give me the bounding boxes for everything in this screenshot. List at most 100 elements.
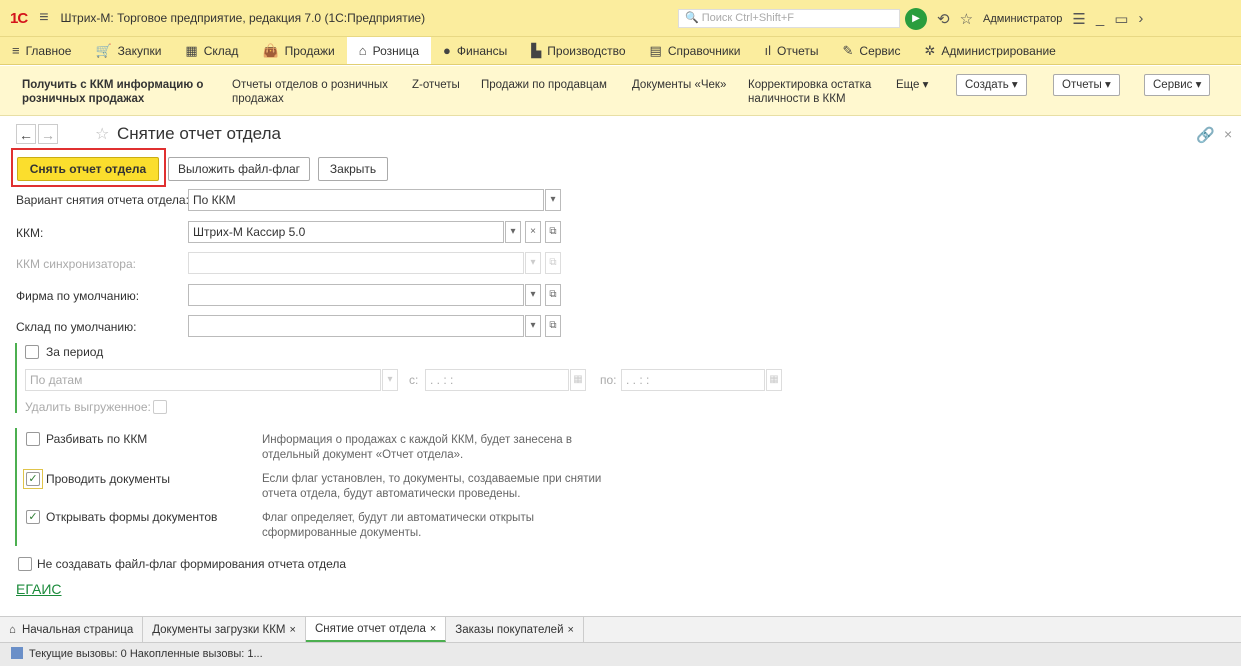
menu-item-label: Сервис — [859, 43, 901, 58]
forward-arrow-icon[interactable]: → — [38, 124, 58, 144]
take-department-report-button[interactable]: Снять отчет отдела — [17, 157, 159, 181]
variant-select[interactable]: По ККМ — [188, 189, 544, 211]
title-bar: 1С ≡ Штрих-М: Торговое предприятие, реда… — [0, 0, 1241, 37]
main-menu-icon[interactable]: ≡ — [39, 9, 48, 27]
sync-kkm-label: ККМ синхронизатора: — [16, 257, 136, 271]
menu-item-7[interactable]: ▤ Справочники — [638, 37, 753, 64]
clear-icon[interactable]: × — [525, 221, 541, 243]
calendar-icon[interactable]: ▦ — [766, 369, 782, 391]
tab-0[interactable]: ⌂ Начальная страница — [0, 617, 144, 642]
close-tab-icon[interactable]: × — [430, 623, 436, 635]
history-icon[interactable]: ⟲ — [937, 10, 950, 28]
menu-item-label: Склад — [203, 43, 239, 58]
subnav-sales-by-seller[interactable]: Продажи по продавцам — [481, 78, 607, 92]
minimize-icon[interactable]: _ — [1096, 10, 1104, 27]
chart-icon: ıl — [764, 43, 772, 58]
tab-1[interactable]: Документы загрузки ККМ × — [143, 617, 306, 642]
subnav-z-reports[interactable]: Z-отчеты — [412, 78, 460, 92]
user-name[interactable]: Администратор — [983, 13, 1062, 25]
open-icon[interactable]: ⧉ — [545, 221, 561, 243]
split-kkm-hint: Информация о продажах с каждой ККМ, буде… — [262, 434, 573, 461]
close-tab-icon[interactable]: × — [568, 624, 574, 636]
subnav-check-documents[interactable]: Документы «Чек» — [632, 78, 726, 92]
menu-item-label: Финансы — [456, 43, 508, 58]
open-icon[interactable]: ⧉ — [545, 315, 561, 337]
chevron-down-icon[interactable]: ▾ — [382, 369, 398, 391]
menu-item-label: Производство — [547, 43, 626, 58]
subnav-cash-adjustment[interactable]: Корректировка остатка наличности в ККМ — [748, 78, 883, 106]
back-arrow-icon[interactable]: ← — [16, 124, 36, 144]
settings-lines-icon[interactable]: ☰ — [1072, 10, 1085, 28]
post-documents-checkbox[interactable]: ✓ — [26, 472, 40, 486]
split-kkm-checkbox[interactable] — [26, 432, 40, 446]
by-dates-select[interactable]: По датам — [25, 369, 381, 391]
menu-lines-icon: ≡ — [12, 43, 20, 58]
calls-icon — [11, 647, 23, 659]
section-menu: ≡ Главное 🛒 Закупки ▦ Склад 👜 Продажи ⌂ Розница ● Ф… — [0, 37, 1241, 65]
date-from-field[interactable]: . . : : — [425, 369, 569, 391]
post-documents-hint: Если флаг установлен, то документы, созд… — [262, 473, 602, 500]
variant-label: Вариант снятия отчета отдела: — [16, 193, 189, 207]
open-icon[interactable]: ⧉ — [545, 284, 561, 306]
menu-item-1[interactable]: 🛒 Закупки — [83, 37, 173, 64]
firm-field[interactable] — [188, 284, 524, 306]
more-chevron-icon[interactable]: › — [1138, 10, 1143, 27]
subnav-department-reports[interactable]: Отчеты отделов о розничных продажах — [232, 78, 397, 106]
sync-kkm-field[interactable] — [188, 252, 524, 274]
chevron-down-icon[interactable]: ▾ — [545, 189, 561, 211]
chevron-down-icon[interactable]: ▾ — [505, 221, 521, 243]
chevron-down-icon[interactable]: ▾ — [525, 284, 541, 306]
create-dropdown-button[interactable]: Создать ▾ — [956, 74, 1027, 96]
restore-icon[interactable]: ▭ — [1114, 10, 1128, 28]
close-tab-icon[interactable]: × — [290, 624, 296, 636]
link-icon[interactable]: 🔗 — [1196, 126, 1215, 144]
play-icon[interactable]: ▶ — [905, 7, 927, 30]
tab-2[interactable]: Снятие отчет отдела × — [305, 617, 447, 642]
service-dropdown-button[interactable]: Сервис ▾ — [1144, 74, 1211, 96]
chevron-down-icon[interactable]: ▾ — [525, 252, 541, 274]
upload-flag-file-button[interactable]: Выложить файл-флаг — [168, 157, 310, 181]
favorites-star-icon[interactable]: ☆ — [960, 10, 973, 28]
close-form-icon[interactable]: × — [1224, 126, 1232, 142]
kkm-field[interactable]: Штрих-М Кассир 5.0 — [188, 221, 504, 243]
egais-link[interactable]: ЕГАИС — [16, 581, 62, 597]
subnav-get-kkm-info[interactable]: Получить с ККМ информацию о розничных пр… — [22, 78, 222, 106]
menu-item-4[interactable]: ⌂ Розница — [346, 37, 432, 64]
form-title: Снятие отчет отдела — [117, 124, 281, 143]
no-flag-file-checkbox[interactable] — [18, 557, 32, 571]
tab-3[interactable]: Заказы покупателей × — [446, 617, 584, 642]
menu-item-9[interactable]: ✎ Сервис — [831, 37, 913, 64]
home-icon: ⌂ — [9, 623, 16, 636]
menu-item-label: Администрирование — [941, 43, 1056, 58]
subnav-more[interactable]: Еще ▾ — [896, 78, 928, 92]
menu-item-0[interactable]: ≡ Главное — [0, 37, 83, 64]
menu-item-6[interactable]: ▙ Производство — [519, 37, 637, 64]
open-forms-checkbox[interactable]: ✓ — [26, 510, 40, 524]
reports-dropdown-button[interactable]: Отчеты ▾ — [1053, 74, 1120, 96]
open-icon[interactable]: ⧉ — [545, 252, 561, 274]
book-icon: ▤ — [649, 42, 662, 58]
firm-label: Фирма по умолчанию: — [16, 289, 140, 303]
menu-item-2[interactable]: ▦ Склад — [173, 37, 250, 64]
split-kkm-label: Разбивать по ККМ — [46, 432, 148, 446]
factory-icon: ▙ — [531, 42, 542, 58]
date-to-field[interactable]: . . : : — [621, 369, 765, 391]
stock-field[interactable] — [188, 315, 524, 337]
cart-icon: 🛒 — [95, 42, 112, 58]
delete-uploaded-checkbox[interactable] — [153, 400, 167, 414]
favorite-star-icon[interactable]: ☆ — [95, 124, 109, 144]
menu-item-8[interactable]: ıl Отчеты — [753, 37, 831, 64]
calendar-icon[interactable]: ▦ — [570, 369, 586, 391]
tab-label: Снятие отчет отдела — [314, 622, 426, 635]
menu-item-3[interactable]: 👜 Продажи — [250, 37, 346, 64]
close-button[interactable]: Закрыть — [318, 157, 388, 181]
menu-item-label: Справочники — [667, 43, 741, 58]
no-flag-file-label: Не создавать файл-флаг формирования отче… — [37, 557, 347, 571]
post-documents-label: Проводить документы — [46, 472, 171, 486]
period-checkbox[interactable] — [25, 345, 39, 359]
menu-item-10[interactable]: ✲ Администрирование — [913, 37, 1068, 64]
chevron-down-icon[interactable]: ▾ — [525, 315, 541, 337]
global-search-input[interactable]: 🔍 Поиск Ctrl+Shift+F — [678, 9, 900, 28]
kkm-label: ККМ: — [16, 226, 44, 240]
menu-item-5[interactable]: ● Финансы — [431, 37, 519, 64]
